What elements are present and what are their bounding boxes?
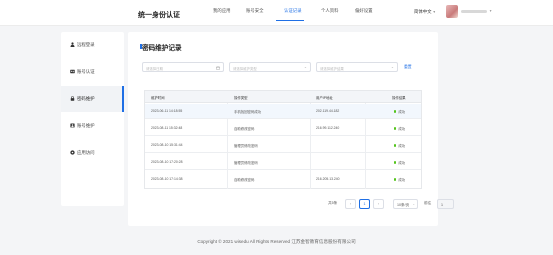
- jump-page-value: 1: [441, 202, 443, 207]
- sidebar-item-label: 账号认证: [77, 69, 95, 74]
- cell-type: 自助修改密码: [234, 127, 255, 131]
- user-icon: [70, 42, 75, 47]
- sidebar-item-label: 应用访问: [77, 150, 95, 155]
- table-row[interactable]: 2023-08-11 15:32:48 自助修改密码 216.99.112.24…: [145, 121, 421, 136]
- chevron-down-icon[interactable]: ▼: [489, 9, 492, 13]
- column-header: 操作类型: [234, 96, 248, 100]
- status-dot-icon: [394, 144, 397, 147]
- page-size-select[interactable]: 10条/页 ⌄: [393, 199, 418, 209]
- chevron-down-icon: ⌄: [412, 202, 415, 206]
- sidebar-item-label: 密码维护: [77, 96, 95, 101]
- status-dot-icon: [394, 161, 397, 164]
- date-picker[interactable]: 请选择日期: [142, 62, 224, 72]
- pagination-total: 共5条: [328, 201, 338, 205]
- status-badge: 成功: [394, 143, 405, 148]
- status-badge: 成功: [394, 109, 405, 114]
- column-header: 维护时间: [151, 96, 165, 100]
- sidebar-item-account-auth[interactable]: 账号认证: [61, 59, 124, 85]
- footer-copyright: Copyright © 2021 wisedu All Rights Reser…: [197, 239, 356, 244]
- top-header: 统一身份认证 我的应用 账号安全 认证记录 个人资料 偏好设置 简体中文▼ ▼: [0, 0, 553, 26]
- status-dot-icon: [394, 127, 397, 130]
- sidebar-item-label: 账号维护: [77, 123, 95, 128]
- cell-type: 管理员修改密码: [234, 144, 258, 148]
- brand-title: 统一身份认证: [138, 12, 180, 19]
- cell-ip: 216.99.112.240: [316, 126, 340, 130]
- cell-time: 2023-08-10 17:20:28: [151, 160, 183, 164]
- avatar[interactable]: [446, 5, 458, 18]
- cell-result: 成功: [398, 178, 406, 182]
- status-dot-icon: [394, 178, 397, 181]
- table-row[interactable]: 2023-06-11 14:18:55 手机找回密码成功 202.119.44.…: [145, 104, 421, 119]
- records-table: 维护时间 操作类型 用户IP地址 操作结果 2023-06-11 14:18:5…: [144, 90, 422, 189]
- cell-result: 成功: [398, 110, 406, 114]
- column-header: 操作结果: [392, 96, 406, 100]
- status-dot-icon: [394, 110, 397, 113]
- table-header: 维护时间 操作类型 用户IP地址 操作结果: [145, 91, 421, 103]
- cell-type: 自助修改密码: [234, 178, 255, 182]
- result-placeholder: 请选择维护结果: [320, 66, 344, 71]
- table-row[interactable]: 2023-08-10 17:14:38 自助修改密码 216.205.13.24…: [145, 172, 421, 187]
- calendar-icon: [216, 66, 220, 70]
- language-label: 简体中文: [414, 9, 432, 14]
- status-badge: 成功: [394, 126, 405, 131]
- chevron-down-icon: ▼: [432, 10, 436, 14]
- prev-page-button[interactable]: ‹: [345, 199, 356, 209]
- sidebar-item-remote-login[interactable]: 远程登录: [61, 32, 124, 58]
- main-panel: 密码维护记录 请选择日期 请选择维护类型 ⌄ 请选择维护结果 ⌄ 重置 维护时间…: [128, 32, 438, 226]
- app-icon: [70, 150, 75, 155]
- cell-result: 成功: [398, 144, 406, 148]
- active-nav-indicator: [276, 20, 304, 21]
- cell-type: 手机找回密码成功: [234, 110, 262, 114]
- nav-my-apps[interactable]: 我的应用: [213, 8, 231, 14]
- date-placeholder: 请选择日期: [146, 66, 163, 71]
- cell-time: 2023-06-11 14:18:55: [151, 109, 183, 113]
- account-icon: [70, 123, 75, 128]
- sidebar-item-app-access[interactable]: 应用访问: [61, 140, 124, 166]
- maintenance-type-select[interactable]: 请选择维护类型 ⌄: [229, 62, 311, 72]
- maintenance-result-select[interactable]: 请选择维护结果 ⌄: [316, 62, 398, 72]
- sidebar: 远程登录 账号认证 密码维护 账号维护 应用访问: [61, 32, 124, 206]
- cell-ip: 202.119.44.182: [316, 109, 340, 113]
- status-badge: 成功: [394, 160, 405, 165]
- nav-preferences[interactable]: 偏好设置: [355, 8, 373, 14]
- cell-result: 成功: [398, 161, 406, 165]
- lock-icon: [70, 96, 75, 101]
- cell-time: 2023-08-11 15:32:48: [151, 126, 183, 130]
- cell-time: 2023-08-10 17:14:38: [151, 177, 183, 181]
- page-number-button[interactable]: 1: [359, 199, 370, 209]
- cell-type: 管理员修改密码: [234, 161, 258, 165]
- page-title: 密码维护记录: [142, 45, 182, 52]
- language-switcher[interactable]: 简体中文▼: [414, 9, 436, 15]
- next-page-button[interactable]: ›: [373, 199, 384, 209]
- cell-ip: 216.205.13.240: [316, 177, 340, 181]
- sidebar-item-password-maintenance[interactable]: 密码维护: [61, 86, 124, 112]
- reset-button[interactable]: 重置: [404, 65, 412, 70]
- table-row[interactable]: 2023-08-10 15:31:44 管理员修改密码 成功: [145, 138, 421, 153]
- username-blurred[interactable]: [461, 10, 487, 13]
- sidebar-item-label: 远程登录: [77, 42, 95, 47]
- sidebar-item-account-maintenance[interactable]: 账号维护: [61, 113, 124, 139]
- id-card-icon: [70, 69, 75, 74]
- jump-label: 前往: [424, 201, 432, 205]
- type-placeholder: 请选择维护类型: [233, 66, 257, 71]
- chevron-down-icon: ⌄: [390, 65, 394, 69]
- nav-profile[interactable]: 个人资料: [321, 8, 339, 14]
- table-row[interactable]: 2023-08-10 17:20:28 管理员修改密码 成功: [145, 155, 421, 170]
- page-size-value: 10条/页: [397, 202, 410, 207]
- chevron-down-icon: ⌄: [303, 65, 307, 69]
- column-header: 用户IP地址: [316, 96, 333, 100]
- status-badge: 成功: [394, 177, 405, 182]
- cell-time: 2023-08-10 15:31:44: [151, 143, 183, 147]
- cell-result: 成功: [398, 127, 406, 131]
- nav-account-security[interactable]: 账号安全: [246, 8, 264, 14]
- jump-page-input[interactable]: 1: [437, 199, 454, 209]
- nav-auth-records[interactable]: 认证记录: [284, 8, 302, 14]
